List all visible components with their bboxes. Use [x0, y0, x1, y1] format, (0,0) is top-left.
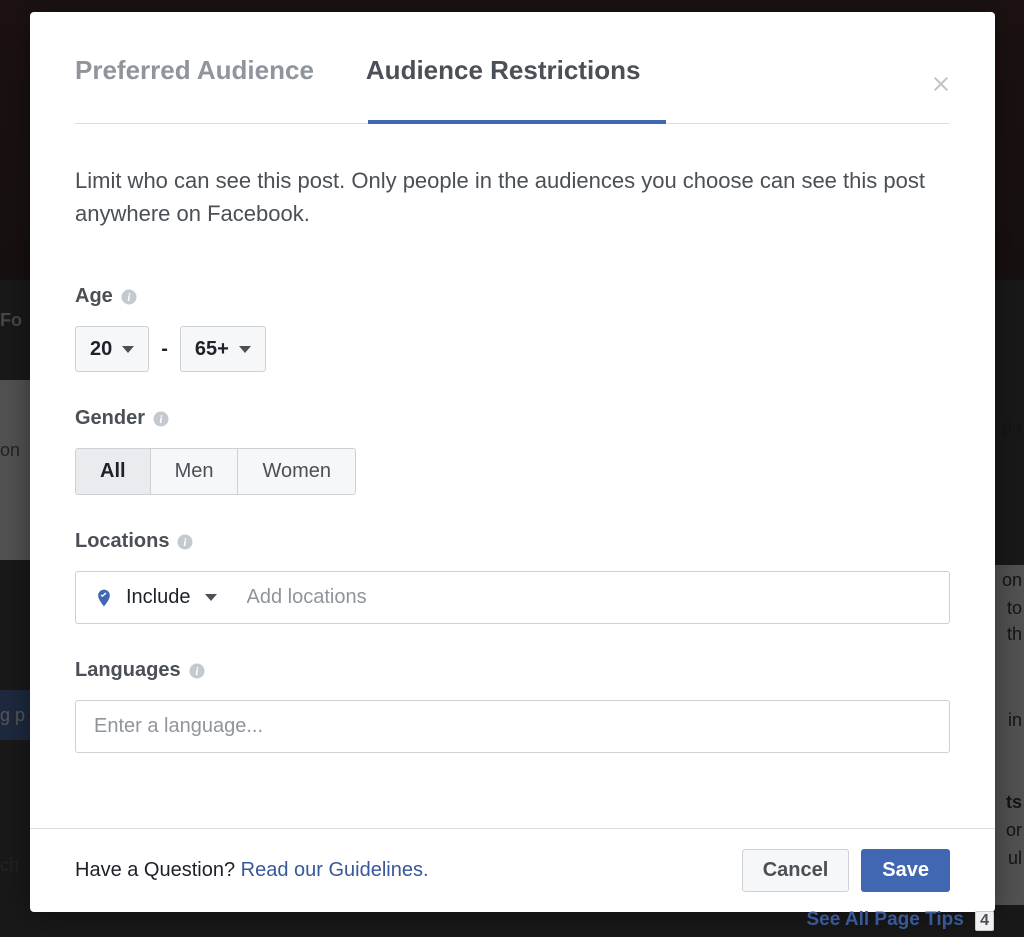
- age-field: Age i 20 - 65+: [75, 285, 950, 372]
- modal-body: Limit who can see this post. Only people…: [30, 124, 995, 828]
- caret-down-icon: [239, 346, 251, 353]
- footer-help-text: Have a Question? Read our Guidelines.: [75, 859, 429, 882]
- save-button[interactable]: Save: [861, 849, 950, 892]
- see-all-text: See All Page Tips: [806, 909, 963, 930]
- gender-field: Gender i All Men Women: [75, 407, 950, 495]
- description-text: Limit who can see this post. Only people…: [75, 164, 950, 230]
- close-button[interactable]: [929, 72, 953, 96]
- age-range-selector: 20 - 65+: [75, 326, 950, 372]
- info-icon[interactable]: i: [152, 410, 170, 428]
- gender-option-all[interactable]: All: [76, 449, 151, 494]
- gender-label-text: Gender: [75, 407, 145, 430]
- question-text: Have a Question?: [75, 859, 241, 881]
- info-icon[interactable]: i: [188, 662, 206, 680]
- age-label: Age i: [75, 285, 950, 308]
- age-label-text: Age: [75, 285, 113, 308]
- dash: -: [161, 338, 168, 361]
- info-icon[interactable]: i: [120, 288, 138, 306]
- location-pin-icon: [94, 588, 114, 608]
- languages-field: Languages i: [75, 659, 950, 753]
- locations-input[interactable]: [247, 586, 932, 609]
- include-dropdown-label: Include: [126, 586, 191, 609]
- age-max-select[interactable]: 65+: [180, 326, 266, 372]
- close-icon: [929, 72, 953, 96]
- info-icon[interactable]: i: [176, 533, 194, 551]
- languages-input-container[interactable]: [75, 700, 950, 753]
- age-min-value: 20: [90, 338, 112, 361]
- modal-header: Preferred Audience Audience Restrictions: [30, 12, 995, 124]
- tab-audience-restrictions[interactable]: Audience Restrictions: [366, 15, 641, 122]
- languages-label: Languages i: [75, 659, 950, 682]
- locations-label-text: Locations: [75, 530, 169, 553]
- guidelines-link[interactable]: Read our Guidelines.: [241, 859, 429, 881]
- languages-input[interactable]: [94, 715, 931, 738]
- gender-segmented-control: All Men Women: [75, 448, 356, 495]
- gender-label: Gender i: [75, 407, 950, 430]
- locations-label: Locations i: [75, 530, 950, 553]
- see-all-page-tips-link[interactable]: See All Page Tips 4: [806, 909, 994, 931]
- footer-buttons: Cancel Save: [742, 849, 950, 892]
- caret-down-icon: [122, 346, 134, 353]
- locations-input-container[interactable]: Include: [75, 571, 950, 624]
- cancel-button[interactable]: Cancel: [742, 849, 850, 892]
- caret-down-icon: [205, 594, 217, 601]
- audience-modal: Preferred Audience Audience Restrictions…: [30, 12, 995, 912]
- tab-preferred-audience[interactable]: Preferred Audience: [75, 15, 314, 122]
- active-tab-indicator: [368, 120, 666, 124]
- gender-option-women[interactable]: Women: [238, 449, 355, 494]
- age-min-select[interactable]: 20: [75, 326, 149, 372]
- age-max-value: 65+: [195, 338, 229, 361]
- languages-label-text: Languages: [75, 659, 181, 682]
- gender-option-men[interactable]: Men: [151, 449, 239, 494]
- locations-field: Locations i Include: [75, 530, 950, 624]
- modal-footer: Have a Question? Read our Guidelines. Ca…: [30, 828, 995, 912]
- tips-count-badge: 4: [975, 911, 994, 931]
